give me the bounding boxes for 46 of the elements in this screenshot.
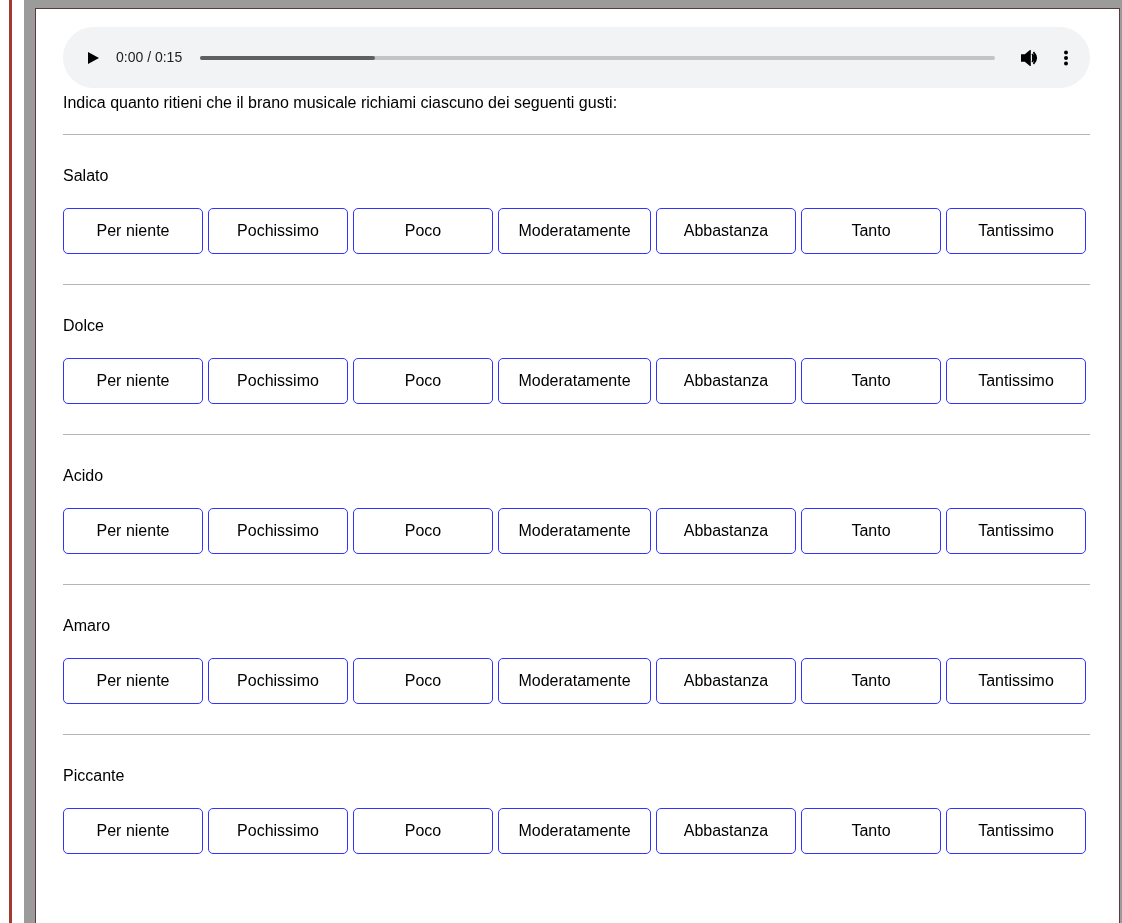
rating-button[interactable]: Tanto xyxy=(801,658,941,704)
rating-button[interactable]: Tanto xyxy=(801,808,941,854)
instruction-text: Indica quanto ritieni che il brano musicale richiami ciascuno dei seguenti gusti: xyxy=(63,94,619,112)
taste-label: Piccante xyxy=(63,766,126,786)
taste-label: Amaro xyxy=(63,616,112,636)
rating-button[interactable]: Tantissimo xyxy=(946,508,1086,554)
rating-button[interactable]: Per niente xyxy=(63,658,203,704)
playback-time: 0:00 / 0:15 xyxy=(116,48,183,67)
rating-button[interactable]: Poco xyxy=(353,508,493,554)
rating-button[interactable]: Poco xyxy=(353,358,493,404)
rating-button[interactable]: Pochissimo xyxy=(208,208,348,254)
rating-button[interactable]: Moderatamente xyxy=(498,808,651,854)
rating-button[interactable]: Moderatamente xyxy=(498,658,651,704)
rating-button[interactable]: Tanto xyxy=(801,358,941,404)
rating-button[interactable]: Poco xyxy=(353,808,493,854)
volume-icon[interactable] xyxy=(1021,49,1039,66)
rating-button[interactable]: Tanto xyxy=(801,208,941,254)
rating-button[interactable]: Pochissimo xyxy=(208,358,348,404)
taste-label: Acido xyxy=(63,466,105,486)
rating-button[interactable]: Moderatamente xyxy=(498,208,651,254)
rating-button[interactable]: Tantissimo xyxy=(946,808,1086,854)
taste-label: Dolce xyxy=(63,316,105,336)
rating-button[interactable]: Per niente xyxy=(63,358,203,404)
rating-button[interactable]: Pochissimo xyxy=(208,658,348,704)
rating-button[interactable]: Abbastanza xyxy=(656,808,796,854)
rating-button[interactable]: Tantissimo xyxy=(946,658,1086,704)
rating-button[interactable]: Pochissimo xyxy=(208,808,348,854)
rating-button[interactable]: Abbastanza xyxy=(656,208,796,254)
rating-button[interactable]: Tantissimo xyxy=(946,358,1086,404)
play-icon[interactable] xyxy=(88,51,99,64)
rating-button[interactable]: Pochissimo xyxy=(208,508,348,554)
rating-button[interactable]: Per niente xyxy=(63,808,203,854)
taste-label: Salato xyxy=(63,166,110,186)
rating-button[interactable]: Moderatamente xyxy=(498,508,651,554)
rating-button[interactable]: Moderatamente xyxy=(498,358,651,404)
rating-button[interactable]: Per niente xyxy=(63,508,203,554)
rating-button[interactable]: Poco xyxy=(353,658,493,704)
rating-button[interactable]: Tanto xyxy=(801,508,941,554)
progress-track[interactable] xyxy=(200,55,995,60)
rating-button[interactable]: Abbastanza xyxy=(656,508,796,554)
rating-button[interactable]: Poco xyxy=(353,208,493,254)
rating-button[interactable]: Abbastanza xyxy=(656,358,796,404)
rating-button[interactable]: Per niente xyxy=(63,208,203,254)
rating-button[interactable]: Abbastanza xyxy=(656,658,796,704)
rating-button[interactable]: Tantissimo xyxy=(946,208,1086,254)
more-options-icon[interactable] xyxy=(1064,49,1068,66)
